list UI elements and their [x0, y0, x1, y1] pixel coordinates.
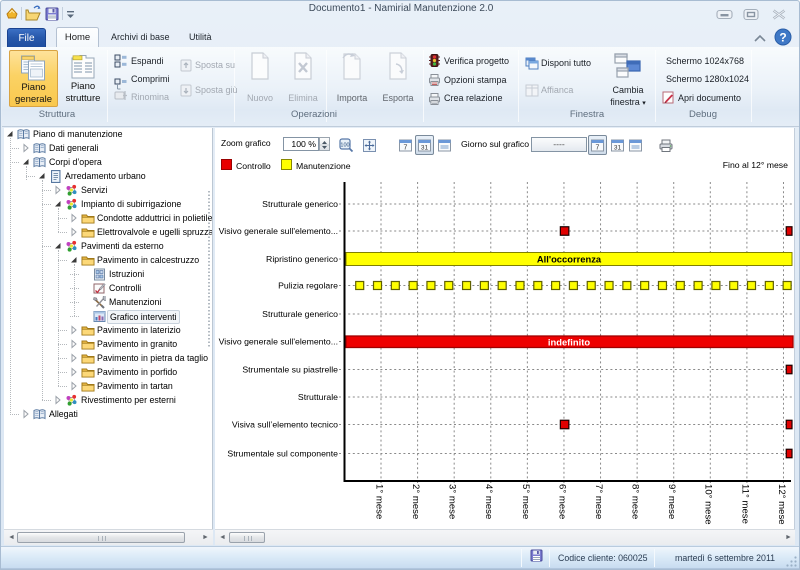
svg-text:Ripristino generico: Ripristino generico: [266, 254, 338, 264]
svg-text:indefinito: indefinito: [548, 337, 590, 348]
svg-text:Visivo generale sull'elemento.: Visivo generale sull'elemento...: [219, 337, 338, 347]
svg-text:31: 31: [614, 145, 622, 152]
svg-text:8° mese: 8° mese: [630, 484, 641, 519]
svg-text:Strutturale: Strutturale: [298, 392, 338, 402]
svg-text:Visiva sull’elemento tecnico: Visiva sull’elemento tecnico: [232, 420, 338, 430]
svg-text:All'occorrenza: All'occorrenza: [537, 254, 602, 265]
svg-text:Strumentale sul componente: Strumentale sul componente: [227, 449, 338, 459]
svg-text:Strutturale generico: Strutturale generico: [262, 199, 338, 209]
svg-text:10° mese: 10° mese: [703, 484, 714, 525]
svg-text:5° mese: 5° mese: [520, 484, 531, 519]
svg-text:7: 7: [596, 145, 600, 152]
svg-text:3° mese: 3° mese: [447, 484, 458, 519]
svg-text:Pulizia regolare: Pulizia regolare: [278, 281, 338, 291]
svg-text:1° mese: 1° mese: [373, 484, 384, 519]
svg-text:7° mese: 7° mese: [593, 484, 604, 519]
svg-text:12° mese: 12° mese: [776, 484, 787, 525]
svg-text:11° mese: 11° mese: [739, 484, 750, 524]
svg-text:Strutturale generico: Strutturale generico: [262, 309, 338, 319]
svg-text:4° mese: 4° mese: [483, 484, 494, 519]
svg-text:31: 31: [421, 145, 429, 152]
svg-text:6° mese: 6° mese: [556, 484, 567, 519]
svg-text:2° mese: 2° mese: [410, 484, 421, 519]
svg-text:7: 7: [404, 145, 408, 152]
svg-text:Visivo generale sull'elemento.: Visivo generale sull'elemento...: [219, 226, 338, 236]
svg-text:?: ?: [779, 31, 786, 45]
svg-text:9° mese: 9° mese: [666, 484, 677, 519]
svg-text:Strumentale su piastrelle: Strumentale su piastrelle: [242, 365, 338, 375]
svg-text:100: 100: [340, 143, 349, 149]
